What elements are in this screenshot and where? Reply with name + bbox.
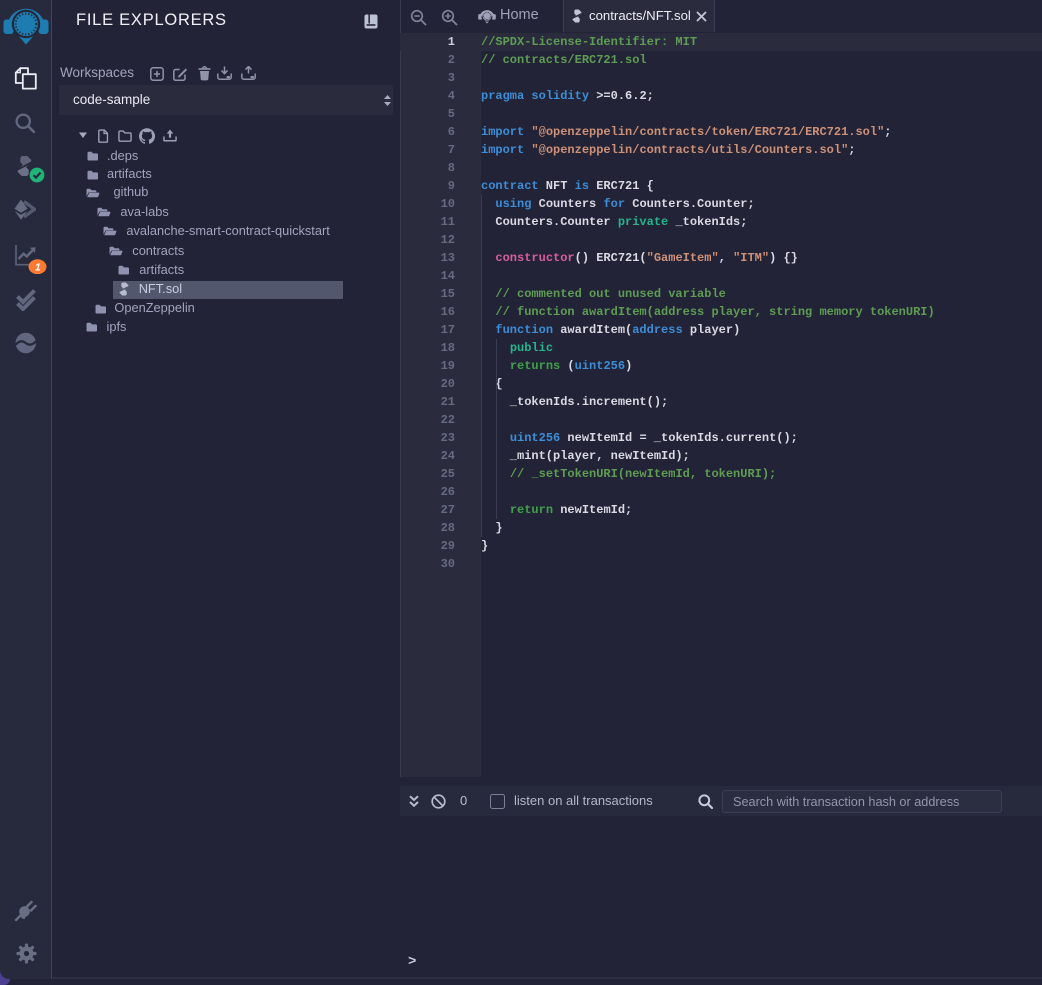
svg-text:1: 1 — [35, 261, 41, 273]
